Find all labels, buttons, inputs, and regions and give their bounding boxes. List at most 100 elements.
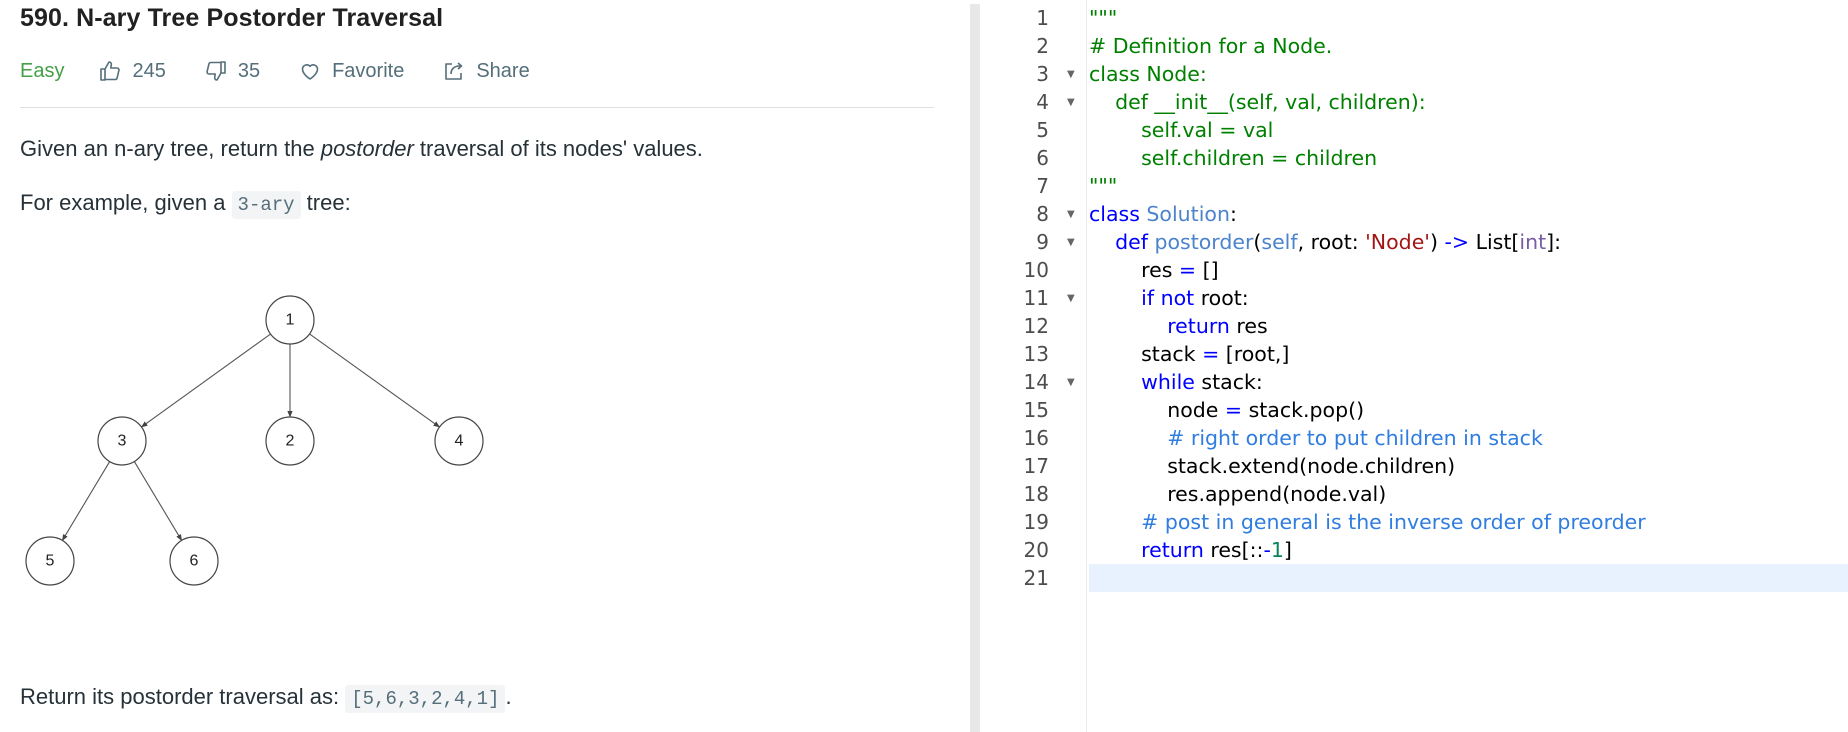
- line-number: 14: [1023, 370, 1049, 394]
- like-button[interactable]: 245: [98, 59, 166, 83]
- line-number: 13: [1023, 342, 1049, 366]
- code-line[interactable]: # right order to put children in stack: [1089, 424, 1543, 452]
- dislike-button[interactable]: 35: [204, 59, 260, 83]
- para3-text: Return its postorder traversal as:: [20, 684, 346, 709]
- tree-diagram: 1 3 2 4 5 6: [25, 295, 484, 586]
- code-line[interactable]: # post in general is the inverse order o…: [1089, 508, 1646, 536]
- code-token: stack:: [1194, 370, 1263, 394]
- code-token: not: [1160, 286, 1195, 310]
- code-editor[interactable]: 1 2 3 ▼ 4 ▼ 5 6 7 8 ▼ 9 ▼ 10 11 ▼ 12 13 14 ▼ 15 16 17 18 19 20 21 …: [983, 0, 1848, 732]
- code-line[interactable]: stack.extend(node.children): [1089, 452, 1455, 480]
- gutter-line: 13: [983, 340, 1087, 368]
- line-number: 17: [1023, 454, 1049, 478]
- gutter-line: 21: [983, 564, 1087, 592]
- code-token: []: [1196, 258, 1219, 282]
- para2-text: For example, given a: [20, 190, 232, 215]
- gutter-line: 6: [983, 144, 1087, 172]
- tree-node-4: 4: [434, 416, 484, 466]
- share-button[interactable]: Share: [442, 59, 530, 83]
- share-icon: [445, 62, 463, 80]
- code-line[interactable]: res.append(node.val): [1089, 480, 1386, 508]
- line-number: 10: [1023, 258, 1049, 282]
- code-line[interactable]: self.val = val: [1089, 116, 1273, 144]
- code-line[interactable]: class Solution:: [1089, 200, 1237, 228]
- tree-node-label: 5: [46, 553, 55, 570]
- code-token: int: [1519, 230, 1547, 254]
- fold-toggle-icon[interactable]: ▼: [1067, 229, 1075, 257]
- code-area[interactable]: """ # Definition for a Node. class Node: d…: [1089, 0, 1848, 732]
- code-line[interactable]: # Definition for a Node.: [1089, 32, 1332, 60]
- code-token: if: [1141, 286, 1155, 310]
- code-line[interactable]: class Node:: [1089, 60, 1207, 88]
- line-number: 9: [1036, 230, 1049, 254]
- line-number: 19: [1023, 510, 1049, 534]
- code-token: postorder: [1154, 230, 1254, 254]
- line-number: 16: [1023, 426, 1049, 450]
- code-token: while: [1141, 370, 1195, 394]
- dislike-count: 35: [237, 59, 261, 82]
- code-token: def __init__(self, val, children):: [1089, 90, 1426, 114]
- favorite-label: Favorite: [332, 59, 405, 82]
- line-number: 6: [1036, 146, 1049, 170]
- tree-node-label: 1: [286, 312, 295, 329]
- gutter-line: 7: [983, 172, 1087, 200]
- code-token: 1: [1270, 538, 1284, 562]
- code-line[interactable]: while stack:: [1089, 368, 1263, 396]
- para1-text-end: traversal of its nodes' values.: [413, 136, 703, 161]
- code-line[interactable]: return res[::-1]: [1089, 536, 1292, 564]
- code-line[interactable]: self.children = children: [1089, 144, 1377, 172]
- fold-toggle-icon[interactable]: ▼: [1067, 369, 1075, 397]
- gutter-line: 18: [983, 480, 1087, 508]
- fold-toggle-icon[interactable]: ▼: [1067, 285, 1075, 313]
- code-line[interactable]: node = stack.pop(): [1089, 396, 1364, 424]
- fold-toggle-icon[interactable]: ▼: [1067, 61, 1075, 89]
- share-label: Share: [476, 59, 530, 82]
- code-token: -: [1263, 538, 1271, 562]
- code-token: res.append(node.val): [1089, 482, 1387, 506]
- code-line[interactable]: if not root:: [1089, 284, 1249, 312]
- problem-description-pane: 590. N-ary Tree Postorder Traversal Easy…: [0, 0, 970, 732]
- problem-title: 590. N-ary Tree Postorder Traversal: [20, 4, 444, 32]
- problem-meta-row: Easy 245 35 Favorite Share: [20, 56, 568, 86]
- code-line[interactable]: return res: [1089, 312, 1267, 340]
- code-line[interactable]: def __init__(self, val, children):: [1089, 88, 1426, 116]
- inline-code-answer: [5,6,3,2,4,1]: [345, 685, 506, 713]
- pane-splitter[interactable]: [970, 4, 980, 732]
- code-token: class Node:: [1089, 62, 1207, 86]
- heart-icon: [301, 64, 319, 80]
- line-number-gutter: 1 2 3 ▼ 4 ▼ 5 6 7 8 ▼ 9 ▼ 10 11 ▼ 12 13 14 ▼ 15 16 17 18 19 20 21: [983, 0, 1087, 732]
- code-token: self.children = children: [1089, 146, 1378, 170]
- favorite-button[interactable]: Favorite: [298, 59, 404, 83]
- code-token: """: [1089, 6, 1118, 30]
- line-number: 2: [1036, 34, 1049, 58]
- tree-node-3: 3: [97, 416, 147, 466]
- tree-edge-3-6: [133, 461, 183, 541]
- code-token: stack.extend(node.children): [1089, 454, 1456, 478]
- fold-toggle-icon[interactable]: ▼: [1067, 89, 1075, 117]
- tree-node-label: 6: [190, 553, 199, 570]
- gutter-line: 15: [983, 396, 1087, 424]
- code-line[interactable]: stack = [root,]: [1089, 340, 1289, 368]
- code-token: class: [1089, 202, 1140, 226]
- code-line[interactable]: """: [1089, 172, 1117, 200]
- code-token: return: [1167, 314, 1230, 338]
- code-line[interactable]: def postorder(self, root: 'Node') -> Lis…: [1089, 228, 1561, 256]
- code-token: res: [1089, 258, 1179, 282]
- thumbs-down-icon: [206, 61, 226, 81]
- like-count: 245: [132, 59, 166, 82]
- code-token: res[::: [1203, 538, 1264, 562]
- code-token: ]:: [1546, 230, 1562, 254]
- code-token: stack.pop(): [1242, 398, 1365, 422]
- difficulty-badge: Easy: [20, 59, 65, 82]
- line-number: 1: [1036, 6, 1049, 30]
- code-line[interactable]: res = []: [1089, 256, 1219, 284]
- fold-toggle-icon[interactable]: ▼: [1067, 201, 1075, 229]
- code-line[interactable]: """: [1089, 4, 1117, 32]
- line-number: 11: [1023, 286, 1049, 310]
- code-token: =: [1224, 398, 1243, 422]
